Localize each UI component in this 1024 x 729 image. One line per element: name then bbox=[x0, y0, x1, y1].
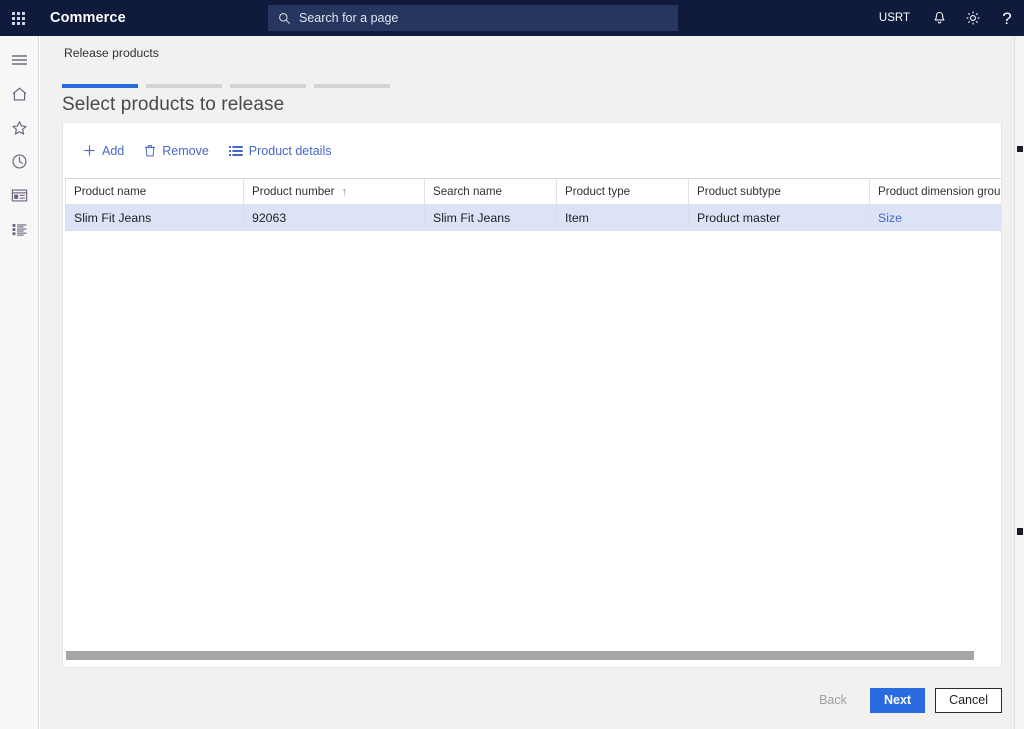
nav-rail bbox=[0, 36, 39, 729]
wizard-step-2[interactable] bbox=[146, 84, 222, 88]
column-label: Product type bbox=[565, 185, 630, 198]
column-header-search-name[interactable]: Search name bbox=[425, 179, 557, 205]
grid-horizontal-scrollbar-thumb[interactable] bbox=[66, 651, 974, 660]
sidebar-item-workspaces[interactable] bbox=[0, 181, 39, 215]
breadcrumb[interactable]: Release products bbox=[64, 46, 159, 60]
column-header-product-subtype[interactable]: Product subtype bbox=[689, 179, 870, 205]
sidebar-item-home[interactable] bbox=[0, 79, 39, 113]
notifications-icon[interactable] bbox=[922, 0, 956, 36]
product-details-button[interactable]: Product details bbox=[219, 137, 342, 165]
workspaces-icon bbox=[11, 188, 28, 208]
sort-ascending-icon: ↑ bbox=[342, 186, 348, 198]
app-header: Commerce Search for a page USRT bbox=[0, 0, 1024, 36]
help-glyph: ? bbox=[1002, 10, 1011, 27]
back-button: Back bbox=[806, 688, 860, 713]
sidebar-item-menu[interactable] bbox=[0, 45, 39, 79]
wizard-progress bbox=[62, 84, 390, 88]
product-details-button-label: Product details bbox=[249, 144, 332, 158]
wizard-step-3[interactable] bbox=[230, 84, 306, 88]
table-row[interactable]: Slim Fit Jeans 92063 Slim Fit Jeans Item… bbox=[66, 205, 1002, 231]
home-icon bbox=[11, 86, 28, 107]
column-header-product-name[interactable]: Product name bbox=[66, 179, 244, 205]
modules-icon bbox=[11, 222, 28, 242]
column-header-product-dimension-group[interactable]: Product dimension group bbox=[870, 179, 1002, 205]
column-label: Product dimension group bbox=[878, 185, 1001, 198]
sidebar-item-favorites[interactable] bbox=[0, 113, 39, 147]
search-placeholder: Search for a page bbox=[299, 11, 398, 25]
page-vertical-scrollbar-thumb[interactable] bbox=[1016, 152, 1024, 534]
remove-button-label: Remove bbox=[162, 144, 209, 158]
grid-horizontal-scrollbar[interactable] bbox=[66, 650, 996, 661]
plus-icon bbox=[83, 144, 96, 157]
cell-product-subtype[interactable]: Product master bbox=[689, 205, 870, 231]
sidebar-item-recent[interactable] bbox=[0, 147, 39, 181]
app-launcher-grid bbox=[12, 12, 25, 25]
scrollbar-mark-bottom bbox=[1017, 528, 1023, 535]
column-label: Product number bbox=[252, 185, 335, 198]
column-header-product-type[interactable]: Product type bbox=[557, 179, 689, 205]
cancel-button[interactable]: Cancel bbox=[935, 688, 1002, 713]
dimension-group-link[interactable]: Size bbox=[878, 211, 902, 225]
details-list-icon bbox=[229, 145, 243, 157]
sidebar-item-modules[interactable] bbox=[0, 215, 39, 249]
recent-icon bbox=[11, 153, 28, 175]
trash-icon bbox=[144, 144, 156, 157]
menu-icon bbox=[11, 53, 28, 72]
cell-product-dimension-group[interactable]: Size bbox=[870, 205, 1002, 231]
main-content: Release products Select products to rele… bbox=[40, 36, 1024, 729]
products-card: Add Remove bbox=[62, 122, 1002, 668]
search-input[interactable]: Search for a page bbox=[268, 5, 678, 31]
page-title: Select products to release bbox=[62, 94, 284, 116]
grid-header-row: Product name Product number ↑ Search name… bbox=[66, 179, 1002, 205]
cell-search-name[interactable]: Slim Fit Jeans bbox=[425, 205, 557, 231]
help-icon[interactable]: ? bbox=[990, 0, 1024, 36]
column-label: Product subtype bbox=[697, 185, 781, 198]
page-vertical-scrollbar[interactable] bbox=[1014, 36, 1024, 729]
header-actions: USRT ? bbox=[867, 0, 1024, 36]
wizard-step-1[interactable] bbox=[62, 84, 138, 88]
add-button-label: Add bbox=[102, 144, 124, 158]
cell-product-name[interactable]: Slim Fit Jeans bbox=[66, 205, 244, 231]
cell-product-number[interactable]: 92063 bbox=[244, 205, 425, 231]
products-grid: Product name Product number ↑ Search name… bbox=[65, 178, 1001, 231]
favorites-icon bbox=[11, 120, 28, 141]
wizard-footer: Back Next Cancel bbox=[40, 671, 1024, 729]
products-grid-viewport: Product name Product number ↑ Search name… bbox=[65, 178, 1001, 644]
search-icon bbox=[278, 12, 291, 25]
add-button[interactable]: Add bbox=[73, 137, 134, 165]
wizard-step-4[interactable] bbox=[314, 84, 390, 88]
column-header-product-number[interactable]: Product number ↑ bbox=[244, 179, 425, 205]
remove-button[interactable]: Remove bbox=[134, 137, 219, 165]
app-launcher-icon[interactable] bbox=[0, 0, 36, 36]
column-label: Product name bbox=[74, 185, 146, 198]
app-brand-title[interactable]: Commerce bbox=[50, 10, 126, 26]
company-selector[interactable]: USRT bbox=[867, 12, 922, 24]
grid-toolbar: Add Remove bbox=[63, 123, 1001, 178]
cell-product-type[interactable]: Item bbox=[557, 205, 689, 231]
next-button[interactable]: Next bbox=[870, 688, 925, 713]
column-label: Search name bbox=[433, 185, 502, 198]
settings-icon[interactable] bbox=[956, 0, 990, 36]
